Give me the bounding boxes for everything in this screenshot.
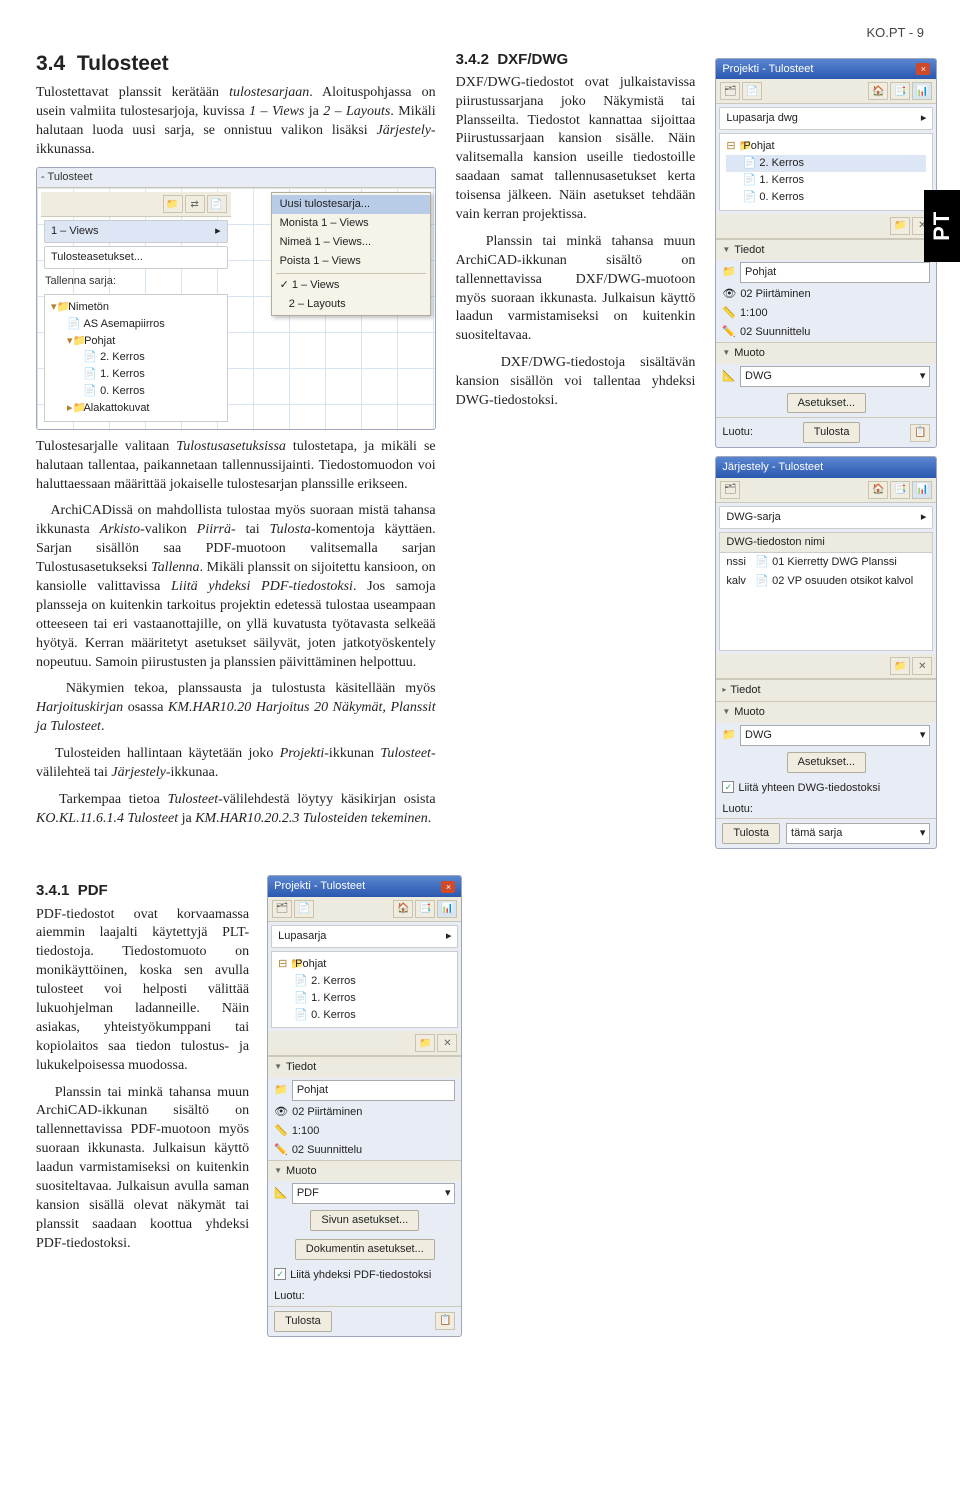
heading-3-4-1: 3.4.1 PDF	[36, 881, 249, 901]
close-icon[interactable]: ×	[916, 63, 930, 75]
screenshot-tulosteet-menu: - Tulosteet 📁 ⇄ 📄 1 – Views▸	[36, 167, 436, 429]
section-muoto[interactable]: ▼Muoto	[716, 342, 936, 364]
titlebar: Järjestely - Tulosteet	[716, 457, 936, 478]
tree[interactable]: ⊟ 📁 Pohjat 📄 2. Kerros 📄 1. Kerros 📄 0. …	[719, 133, 933, 210]
doc-settings-button[interactable]: Dokumentin asetukset...	[295, 1239, 435, 1260]
close-icon[interactable]: ×	[441, 881, 455, 893]
menu-item[interactable]: ✓ 1 – Views	[272, 276, 430, 295]
para: Tulosteiden hallintaan käytetään joko Pr…	[36, 745, 436, 783]
screenshot-dwg-bottom: Järjestely - Tulosteet 🗂 🏠 📑 📊 DWG-sarja…	[715, 456, 937, 849]
section-muoto[interactable]: ▼Muoto	[716, 701, 936, 723]
toolbar-icon[interactable]: 📋	[435, 1312, 455, 1330]
page-header: KO.PT - 9	[36, 24, 924, 42]
tree[interactable]: ▾📁 Nimetön 📄 AS Asemapiirros ▾📁 Pohjat 📄…	[44, 294, 228, 422]
table[interactable]: DWG-tiedoston nimi nssi 📄 01 Kierretty D…	[719, 532, 933, 652]
menu-item[interactable]: Nimeä 1 – Views...	[272, 233, 430, 252]
tab-icon[interactable]: 📑	[890, 481, 910, 499]
para: Näkymien tekoa, planssausta ja tulostust…	[36, 680, 436, 737]
format-dropdown[interactable]: DWG▾	[740, 725, 930, 746]
toolbar-icon[interactable]: 📄	[207, 195, 227, 213]
set-dropdown[interactable]: Lupasarja▸	[271, 925, 458, 948]
tab-icon[interactable]: 🏠	[393, 900, 413, 918]
toolbar-icon[interactable]: 📁	[415, 1034, 435, 1052]
luotu-label: Luotu:	[274, 1289, 305, 1304]
toolbar-icon[interactable]: 📁	[163, 195, 183, 213]
heading-3-4: 3.4 Tulosteet	[36, 50, 436, 78]
section-tiedot[interactable]: ▼Tiedot	[716, 239, 936, 261]
tree[interactable]: ⊟ 📁 Pohjat 📄 2. Kerros 📄 1. Kerros 📄 0. …	[271, 951, 458, 1028]
menu-item[interactable]: Poista 1 – Views	[272, 252, 430, 271]
tulosta-button[interactable]: Tulosta	[803, 422, 861, 443]
settings-button[interactable]: Asetukset...	[787, 752, 866, 773]
tab-icon[interactable]: 📑	[415, 900, 435, 918]
tab-icon[interactable]: 🗂	[272, 900, 292, 918]
para: ArchiCADissä on mahdollista tulostaa myö…	[36, 502, 436, 672]
set-dropdown[interactable]: DWG-sarja▸	[719, 506, 933, 529]
merge-checkbox[interactable]: ✓Liitä yhdeksi PDF-tiedostoksi	[268, 1264, 461, 1287]
save-label: Tallenna sarja:	[41, 272, 231, 291]
para: Tulostesarjalle valitaan Tulostusasetuks…	[36, 438, 436, 495]
field: Pohjat	[292, 1080, 456, 1101]
context-menu[interactable]: Uusi tulostesarja... Monista 1 – Views N…	[271, 192, 431, 316]
tab-icon[interactable]: 📄	[294, 900, 314, 918]
page-settings-button[interactable]: Sivun asetukset...	[310, 1210, 419, 1231]
toolbar-icon[interactable]: 📁	[890, 657, 910, 675]
toolbar-icon[interactable]: 📁	[890, 217, 910, 235]
para: Tarkempaa tietoa Tulosteet-välilehdestä …	[36, 791, 436, 829]
menu-item[interactable]: 2 – Layouts	[272, 295, 430, 314]
tab-icon[interactable]: 🏠	[868, 481, 888, 499]
screenshot-pdf: Projekti - Tulosteet × 🗂 📄 🏠 📑 📊 Lupasar…	[267, 875, 462, 1336]
titlebar: Projekti - Tulosteet ×	[716, 59, 936, 80]
menu-item[interactable]: Uusi tulostesarja...	[272, 195, 430, 214]
merge-checkbox[interactable]: ✓Liitä yhteen DWG-tiedostoksi	[716, 777, 936, 800]
para: PDF-tiedostot ovat korvaamassa aiemmin l…	[36, 906, 249, 1076]
tab-icon[interactable]: 📊	[912, 82, 932, 100]
toolbar-icon[interactable]: ✕	[912, 657, 932, 675]
para: Planssin tai minkä tahansa muun ArchiCAD…	[456, 233, 696, 346]
tab-icon[interactable]: 📊	[912, 481, 932, 499]
side-tab-pt: PT	[924, 190, 960, 262]
tab-icon[interactable]: 🏠	[868, 82, 888, 100]
para: DXF/DWG-tiedostoja sisältävän kansion si…	[456, 354, 696, 411]
tab-icon[interactable]: 🗂	[720, 481, 740, 499]
format-dropdown[interactable]: DWG▾	[740, 366, 930, 387]
section-tiedot[interactable]: ▼Tiedot	[268, 1056, 461, 1078]
menu-item[interactable]: Monista 1 – Views	[272, 214, 430, 233]
luotu-label: Luotu:	[722, 425, 753, 440]
toolbar-icon[interactable]: ✕	[437, 1034, 457, 1052]
section-tiedot[interactable]: ▸Tiedot	[716, 679, 936, 701]
luotu-label: Luotu:	[722, 802, 753, 817]
settings-button[interactable]: Asetukset...	[787, 393, 866, 414]
screenshot-dwg-top: Projekti - Tulosteet × 🗂 📄 🏠 📑 📊 Lupasar…	[715, 58, 937, 449]
tab-icon[interactable]: 📊	[437, 900, 457, 918]
para: Planssin tai minkä tahansa muun ArchiCAD…	[36, 1084, 249, 1254]
tab-icon[interactable]: 📄	[742, 82, 762, 100]
para: DXF/DWG-tiedostot ovat julkaistavissa pi…	[456, 74, 696, 225]
heading-3-4-2: 3.4.2 DXF/DWG	[456, 50, 696, 70]
settings-row[interactable]: Tulosteasetukset...	[44, 246, 228, 269]
set-dropdown[interactable]: Lupasarja dwg▸	[719, 107, 933, 130]
tab-icon[interactable]: 📑	[890, 82, 910, 100]
titlebar: Projekti - Tulosteet ×	[268, 876, 461, 897]
toolbar-icon[interactable]: ⇄	[185, 195, 205, 213]
set-dropdown[interactable]: 1 – Views▸	[44, 220, 228, 243]
tulosta-button[interactable]: Tulosta	[274, 1311, 332, 1332]
format-dropdown[interactable]: PDF▾	[292, 1183, 456, 1204]
tab-icon[interactable]: 🗂	[720, 82, 740, 100]
toolbar-icon[interactable]: 📋	[910, 424, 930, 442]
tulosta-button[interactable]: Tulosta	[722, 823, 780, 844]
field: Pohjat	[740, 262, 930, 283]
para: Tulostettavat planssit kerätään tulostes…	[36, 84, 436, 160]
scope-dropdown[interactable]: tämä sarja▾	[786, 823, 930, 844]
section-muoto[interactable]: ▼Muoto	[268, 1160, 461, 1182]
